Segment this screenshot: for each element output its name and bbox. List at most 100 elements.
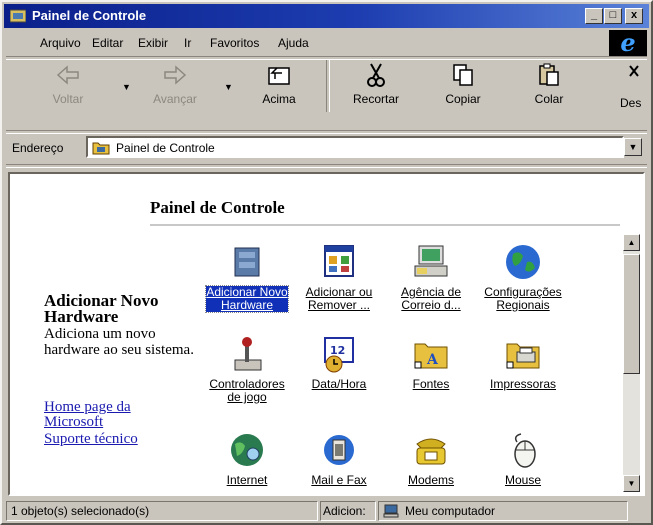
- scissors-icon: [367, 63, 385, 87]
- delete-button[interactable]: Des: [612, 58, 652, 118]
- cut-label: Recortar: [352, 92, 399, 106]
- item-label: Configurações Regionais: [484, 285, 562, 312]
- explorer-window: Painel de Controle _ □ x Arquivo Editar …: [0, 0, 653, 525]
- calendar-clock-icon: 12: [324, 337, 354, 373]
- item-date-time[interactable]: 12 Data/Hora: [298, 334, 380, 391]
- address-value: Painel de Controle: [116, 141, 215, 155]
- menu-ir[interactable]: Ir: [184, 36, 191, 50]
- joystick-icon: [234, 337, 262, 371]
- item-game-controllers[interactable]: Controladores de jogo: [206, 334, 288, 404]
- svg-text:12: 12: [330, 344, 345, 357]
- menu-exibir[interactable]: Exibir: [138, 36, 168, 50]
- item-internet[interactable]: Internet: [206, 430, 288, 487]
- toolbar: Voltar ▼ Avançar ▼ Acima Recortar Copiar…: [4, 58, 649, 128]
- up-folder-icon: [268, 67, 290, 85]
- item-label: Adicionar ou Remover ...: [305, 285, 373, 312]
- close-button[interactable]: x: [625, 8, 643, 24]
- home-page-link[interactable]: Home page da Microsoft: [44, 400, 174, 430]
- item-mail-fax[interactable]: Mail e Fax: [298, 430, 380, 487]
- copy-icon: [453, 64, 473, 86]
- paste-button[interactable]: Colar: [520, 58, 578, 118]
- back-button[interactable]: Voltar: [40, 58, 96, 118]
- scroll-thumb[interactable]: [623, 254, 640, 374]
- title-divider: [150, 224, 620, 226]
- status-selection: 1 objeto(s) selecionado(s): [6, 501, 318, 521]
- item-add-hardware[interactable]: Adicionar Novo Hardware: [205, 242, 289, 313]
- mail-postoffice-icon: [414, 245, 448, 277]
- status-location-label: Meu computador: [405, 504, 496, 518]
- item-mouse[interactable]: Mouse: [482, 430, 564, 487]
- item-label: Mouse: [504, 473, 542, 487]
- status-action: Adicion:: [320, 501, 376, 521]
- item-regional-settings[interactable]: Configurações Regionais: [482, 242, 564, 312]
- item-label: Controladores de jogo: [209, 377, 285, 404]
- up-button[interactable]: Acima: [252, 58, 306, 118]
- paste-icon: [539, 63, 559, 86]
- mail-fax-icon: [324, 435, 354, 465]
- printers-folder-icon: [506, 343, 540, 369]
- control-panel-icon: [10, 9, 26, 23]
- control-panel-folder-icon: [92, 142, 110, 155]
- back-arrow-icon: [56, 65, 79, 85]
- internet-globe-icon: [231, 434, 263, 466]
- mouse-icon: [514, 433, 536, 468]
- support-link[interactable]: Suporte técnico: [44, 432, 138, 447]
- svg-text:A: A: [426, 352, 439, 368]
- my-computer-icon: [383, 504, 399, 518]
- forward-label: Avançar: [153, 92, 197, 106]
- vertical-scrollbar[interactable]: ▲ ▼: [623, 234, 640, 492]
- add-hardware-icon: [234, 247, 260, 277]
- menu-favoritos[interactable]: Favoritos: [210, 36, 259, 50]
- up-label: Acima: [262, 92, 296, 106]
- item-label: Fontes: [412, 377, 450, 391]
- item-label: Data/Hora: [311, 377, 367, 391]
- menu-bar: Arquivo Editar Exibir Ir Favoritos Ajuda: [4, 32, 649, 54]
- window-title: Painel de Controle: [32, 8, 147, 23]
- item-fonts[interactable]: A Fontes: [390, 334, 472, 391]
- telephone-icon: [416, 438, 446, 465]
- address-dropdown-button[interactable]: ▼: [624, 138, 642, 156]
- copy-label: Copiar: [445, 92, 481, 106]
- item-modems[interactable]: Modems: [390, 430, 472, 487]
- ie-logo-icon: e: [609, 30, 647, 56]
- address-bar: Endereço Painel de Controle ▼: [4, 132, 649, 162]
- back-label: Voltar: [52, 92, 84, 106]
- folder-view: Painel de Controle Adicionar Novo Hardwa…: [8, 172, 645, 496]
- copy-button[interactable]: Copiar: [434, 58, 492, 118]
- info-title: Adicionar Novo Hardware: [44, 291, 159, 326]
- address-label: Endereço: [12, 141, 64, 155]
- cut-button[interactable]: Recortar: [344, 58, 408, 118]
- item-add-remove-programs[interactable]: Adicionar ou Remover ...: [298, 242, 380, 312]
- forward-button[interactable]: Avançar: [140, 58, 210, 118]
- maximize-button[interactable]: □: [604, 8, 622, 24]
- item-label: Modems: [407, 473, 454, 487]
- delete-icon: [629, 65, 639, 77]
- title-bar[interactable]: Painel de Controle _ □ x: [4, 4, 649, 28]
- menu-editar[interactable]: Editar: [92, 36, 123, 50]
- status-bar: 1 objeto(s) selecionado(s) Adicion: Meu …: [4, 501, 649, 521]
- minimize-button[interactable]: _: [585, 8, 603, 24]
- fonts-folder-icon: A: [414, 343, 448, 369]
- item-label: Adicionar Novo Hardware: [205, 285, 289, 313]
- item-printers[interactable]: Impressoras: [482, 334, 564, 391]
- delete-label: Des: [620, 96, 642, 110]
- item-label: Impressoras: [489, 377, 557, 391]
- back-dropdown-icon[interactable]: ▼: [122, 82, 131, 92]
- menu-ajuda[interactable]: Ajuda: [278, 36, 309, 50]
- item-label: Mail e Fax: [311, 473, 367, 487]
- forward-dropdown-icon[interactable]: ▼: [224, 82, 233, 92]
- add-remove-programs-icon: [324, 245, 354, 277]
- item-mail-postoffice[interactable]: Agência de Correio d...: [390, 242, 472, 312]
- item-label: Internet: [226, 473, 268, 487]
- globe-icon: [506, 245, 540, 279]
- paste-label: Colar: [534, 92, 564, 106]
- scroll-down-button[interactable]: ▼: [623, 475, 640, 492]
- scroll-up-button[interactable]: ▲: [623, 234, 640, 251]
- forward-arrow-icon: [164, 65, 187, 85]
- toolbar-separator: [326, 60, 330, 112]
- item-label: Agência de Correio d...: [400, 285, 462, 312]
- address-input[interactable]: Painel de Controle: [86, 136, 624, 158]
- status-location: Meu computador: [378, 501, 628, 521]
- page-title: Painel de Controle: [150, 198, 285, 217]
- menu-arquivo[interactable]: Arquivo: [40, 36, 81, 50]
